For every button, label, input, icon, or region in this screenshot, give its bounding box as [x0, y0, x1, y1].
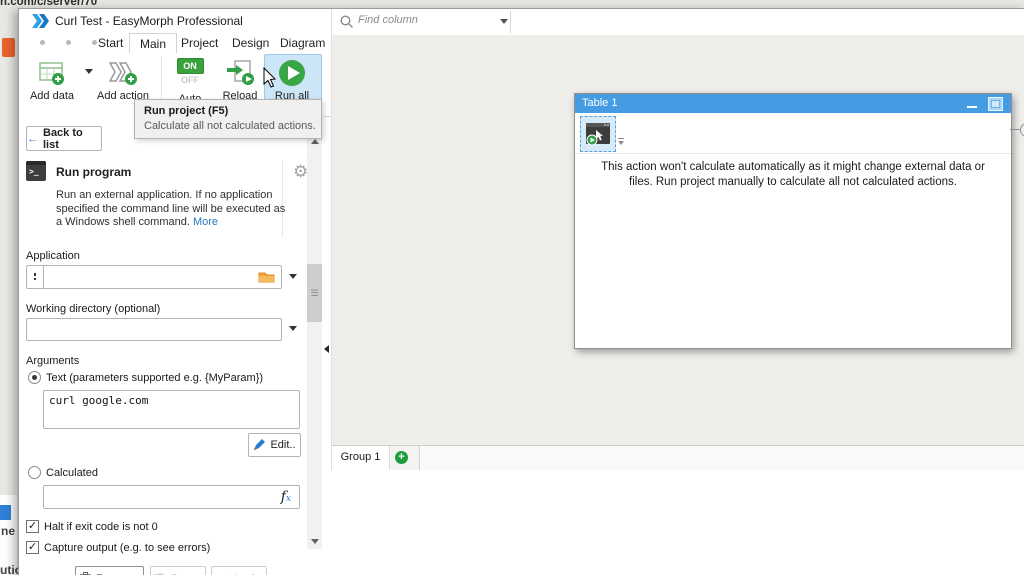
panel-collapse-arrow[interactable] [324, 345, 329, 353]
text-radio-label: Text (parameters supported e.g. {MyParam… [46, 372, 264, 384]
run-program-action-selected[interactable] [580, 116, 616, 152]
text-radio[interactable] [28, 371, 41, 384]
action-properties-panel: ← Back to list >_ Run program ⚙ Run an e… [19, 116, 323, 575]
scrollbar-thumb[interactable]: ☰ [307, 264, 322, 322]
back-to-list-button[interactable]: ← Back to list [26, 126, 102, 151]
fx-icon: fx [280, 489, 291, 505]
reload-icon [227, 60, 254, 85]
folder-icon[interactable] [258, 270, 275, 283]
scroll-down-arrow[interactable] [311, 539, 319, 544]
screen: n.com/c/server/70 ne utio Curl Test - Ea… [0, 0, 1024, 575]
search-icon [340, 15, 353, 28]
run-all-play-icon [279, 60, 305, 86]
tab-project[interactable]: Project [171, 33, 228, 54]
add-data-button[interactable]: Add data [23, 55, 81, 102]
run-program-icon: >_ [26, 161, 46, 181]
pencil-icon [254, 439, 266, 450]
background-selection-bar [0, 505, 11, 520]
mouse-cursor [263, 67, 277, 88]
auto-toggle-button[interactable]: ON OFF Auto [167, 55, 213, 105]
application-label: Application [26, 250, 80, 262]
connector-line [1010, 129, 1020, 130]
auto-off-badge: OFF [181, 75, 199, 85]
table-window-title: Table 1 [582, 97, 618, 109]
reload-button[interactable]: Reload [215, 55, 265, 102]
easymorph-logo-icon [32, 14, 49, 28]
working-dir-input[interactable] [26, 318, 282, 341]
drag-grip[interactable] [27, 266, 44, 288]
calculated-input[interactable]: fx [43, 485, 300, 509]
add-action-button[interactable]: Add action [95, 55, 151, 102]
calculated-radio[interactable] [28, 466, 41, 479]
scroll-up-arrow[interactable] [311, 139, 319, 144]
arguments-label: Arguments [26, 355, 80, 367]
find-column-caret[interactable] [500, 19, 508, 24]
background-orange-icon [2, 38, 15, 57]
diagram-canvas[interactable]: Table 1 This action won't calculate auto… [331, 35, 1024, 445]
add-data-dropdown-caret[interactable] [85, 69, 93, 74]
table-minimize-icon[interactable] [967, 106, 977, 108]
action-description: Run an external application. If no appli… [56, 189, 286, 228]
back-arrow-icon: ← [27, 132, 38, 145]
find-column-bar [331, 9, 1024, 35]
tab-start[interactable]: Start [88, 33, 133, 54]
window-title: Curl Test - EasyMorph Professional [55, 14, 243, 28]
halt-checkbox-label: Halt if exit code is not 0 [44, 521, 158, 533]
edit-arguments-button[interactable]: Edit.. [248, 433, 301, 457]
run-program-action-icon [586, 123, 610, 146]
remove-button[interactable]: Remove [75, 566, 144, 575]
table-message: This action won't calculate automaticall… [601, 161, 985, 188]
background-text-fragment: ne [1, 524, 16, 538]
table-window-titlebar[interactable]: Table 1 [575, 94, 1011, 113]
application-input[interactable] [26, 265, 282, 289]
capture-checkbox[interactable]: ✓ [26, 541, 39, 554]
calculated-radio-label: Calculated [46, 467, 98, 479]
edit-label: Edit.. [270, 439, 296, 451]
working-dir-label: Working directory (optional) [26, 303, 161, 315]
working-dir-dropdown-caret[interactable] [289, 326, 297, 331]
action-plus-icon [108, 62, 137, 85]
find-column-input[interactable] [356, 13, 500, 27]
more-link[interactable]: More [193, 216, 218, 228]
group-tab-bar: Group 1 + [331, 445, 1024, 470]
table-window[interactable]: Table 1 This action won't calculate auto… [574, 93, 1012, 349]
action-title: Run program [56, 165, 132, 179]
auto-on-badge: ON [176, 58, 204, 74]
revert-button[interactable]: Revert [150, 566, 206, 575]
action-dropdown-handle[interactable] [618, 138, 624, 145]
back-to-list-label: Back to list [43, 126, 83, 151]
apply-button[interactable]: ✔ Apply [211, 566, 267, 575]
easymorph-window: Curl Test - EasyMorph Professional Start… [18, 8, 1024, 575]
add-data-label: Add data [29, 90, 75, 102]
add-group-button[interactable]: + [395, 451, 408, 464]
table-action-toolbar [575, 113, 1011, 154]
application-dropdown-caret[interactable] [289, 274, 297, 279]
quick-access-dot[interactable] [66, 40, 71, 45]
divider [510, 11, 511, 33]
tooltip-description: Calculate all not calculated actions. [144, 120, 316, 132]
connector-node[interactable] [1020, 123, 1024, 137]
quick-access-dot[interactable] [40, 40, 45, 45]
arguments-textarea[interactable]: curl google.com [43, 390, 300, 429]
run-project-tooltip: Run project (F5) Calculate all not calcu… [134, 99, 322, 139]
table-maximize-icon[interactable] [988, 97, 1003, 111]
capture-checkbox-label: Capture output (e.g. to see errors) [44, 542, 211, 554]
panel-scrollbar[interactable]: ☰ [307, 134, 322, 549]
tab-bar-empty-area [420, 446, 1024, 470]
gear-icon[interactable]: ⚙ [293, 162, 308, 182]
tooltip-title: Run project (F5) [144, 105, 229, 117]
table-plus-icon [39, 62, 64, 85]
group-tab-1[interactable]: Group 1 [332, 446, 390, 470]
halt-checkbox[interactable]: ✓ [26, 520, 39, 533]
background-url-text: n.com/c/server/70 [0, 0, 98, 8]
